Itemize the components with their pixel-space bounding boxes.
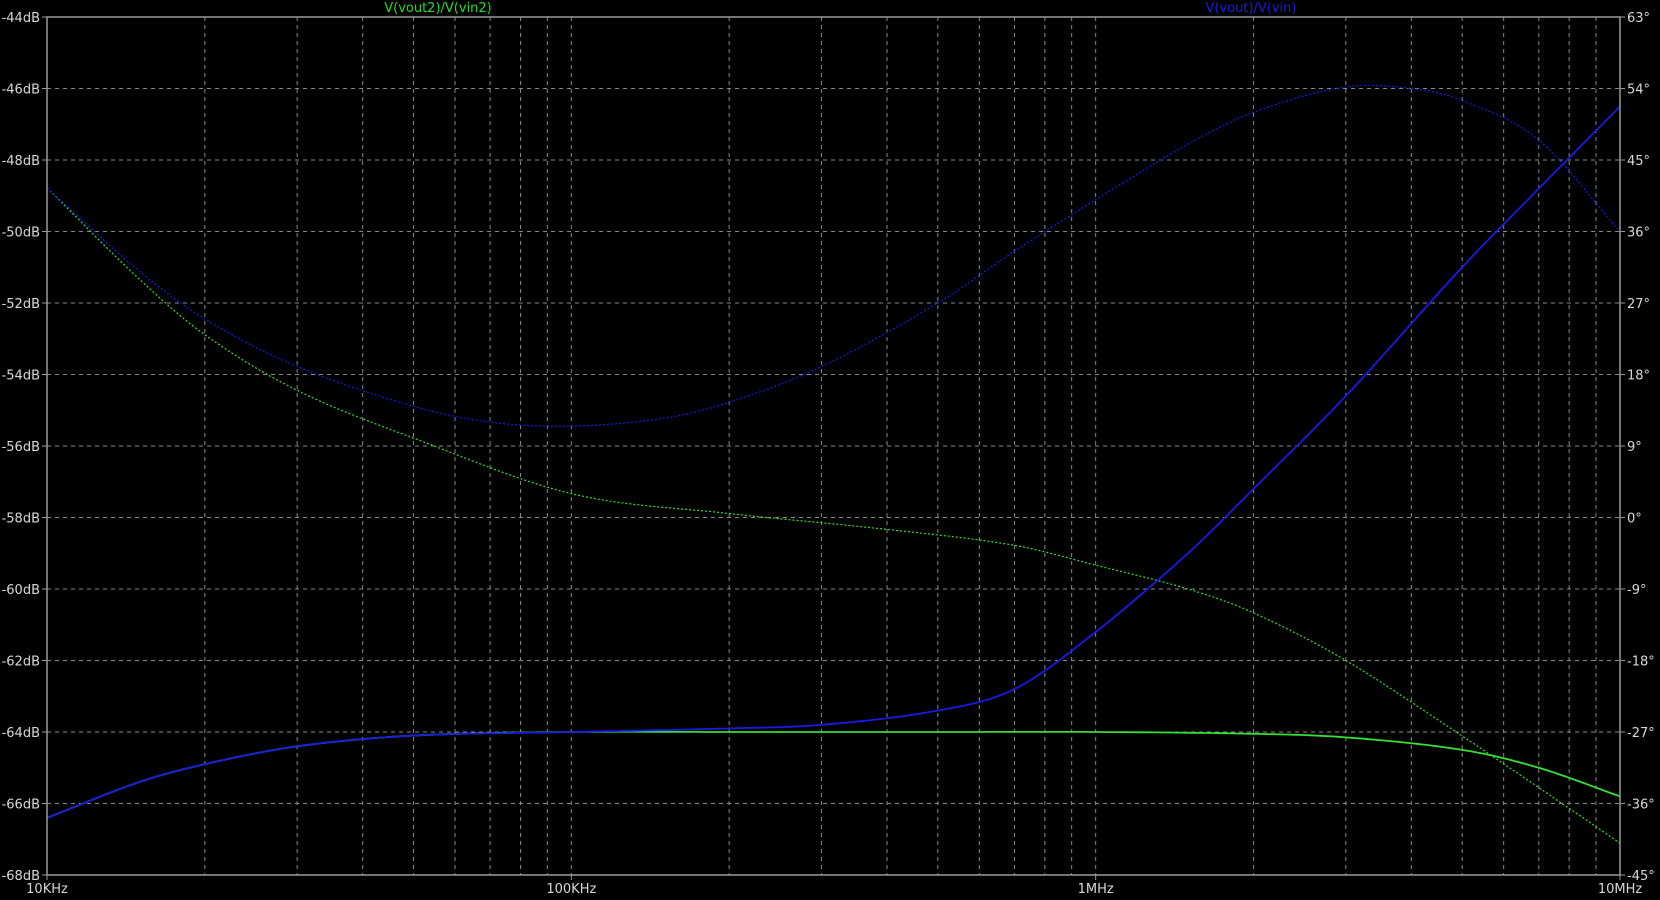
y-right-tick-label: -36°: [1627, 798, 1655, 813]
x-tick-label: 1MHz: [1078, 882, 1114, 897]
y-right-tick-label: 0°: [1627, 512, 1642, 527]
legend-vout: V(vout)/V(vin): [1206, 1, 1297, 16]
x-tick-label: 100KHz: [546, 882, 596, 897]
y-right-tick-label: 63°: [1627, 11, 1650, 26]
y-left-tick-label: -60dB: [2, 583, 40, 598]
y-left-tick-label: -62dB: [2, 655, 40, 670]
plot-series: [46, 84, 1621, 844]
y-right-tick-label: -18°: [1627, 655, 1655, 670]
y-left-tick-label: -44dB: [2, 11, 40, 26]
y-left-tick-label: -66dB: [2, 798, 40, 813]
y-right-tick-label: 54°: [1627, 83, 1650, 98]
legend-vout2: V(vout2)/V(vin2): [384, 1, 492, 16]
right-axis-ticks: 63°54°45°36°27°18°9°0°-9°-18°-27°-36°-45…: [1620, 11, 1655, 884]
y-left-tick-label: -64dB: [2, 726, 40, 741]
y-right-tick-label: 45°: [1627, 154, 1650, 169]
y-left-tick-label: -48dB: [2, 154, 40, 169]
y-right-tick-label: 27°: [1627, 297, 1650, 312]
y-right-tick-label: 18°: [1627, 369, 1650, 384]
y-left-tick-label: -46dB: [2, 83, 40, 98]
y-right-tick-label: -9°: [1627, 583, 1646, 598]
y-left-tick-label: -58dB: [2, 512, 40, 527]
y-left-tick-label: -56dB: [2, 440, 40, 455]
y-right-tick-label: 9°: [1627, 440, 1642, 455]
x-tick-label: 10MHz: [1598, 882, 1643, 897]
x-tick-label: 10KHz: [26, 882, 68, 897]
x-axis-ticks: 10KHz 100KHz 1MHz 10MHz: [26, 875, 1642, 897]
y-right-tick-label: 36°: [1627, 226, 1650, 241]
y-right-tick-label: -27°: [1627, 726, 1655, 741]
y-left-tick-label: -50dB: [2, 226, 40, 241]
y-left-tick-label: -54dB: [2, 369, 40, 384]
vout-magnitude-line: [46, 105, 1621, 819]
y-left-tick-label: -52dB: [2, 297, 40, 312]
grid-lines: [47, 17, 1620, 875]
vout2-magnitude-line: [46, 730, 1621, 819]
bode-plot: -44dB -46dB -48dB -50dB -52dB -54dB -56dB -58dB…: [2, 1, 1655, 897]
vout-phase-line: [46, 84, 1621, 427]
left-axis-ticks: -44dB -46dB -48dB -50dB -52dB -54dB -56dB -58dB…: [2, 11, 47, 884]
vout2-phase-line: [46, 187, 1621, 844]
